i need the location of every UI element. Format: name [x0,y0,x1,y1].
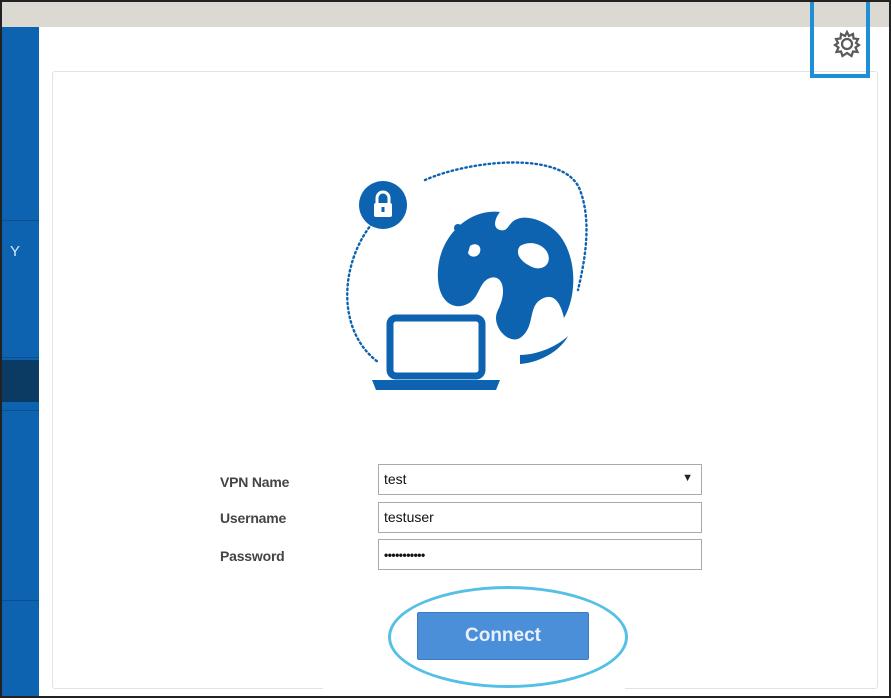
username-field[interactable]: testuser [378,502,702,533]
lock-icon [359,181,407,229]
orbit-dotted-path [346,218,380,364]
username-label: Username [220,510,287,526]
vpn-name-value: test [384,471,407,487]
sidebar-item-label[interactable]: Y [10,243,20,260]
vpn-illustration [346,161,588,390]
window-top-strip [0,0,891,27]
sidebar-divider [2,357,39,358]
password-label: Password [220,548,285,564]
sidebar: Y [2,27,39,696]
sidebar-item-active[interactable] [2,360,39,402]
dropdown-arrow-icon: ▼ [682,472,693,484]
sidebar-divider [2,600,39,601]
sidebar-divider [2,410,39,411]
sidebar-divider [2,220,39,221]
gear-icon[interactable] [833,30,861,58]
vpn-name-select[interactable]: test ▼ [378,464,702,495]
username-value: testuser [384,509,434,525]
vpn-name-label: VPN Name [220,474,290,490]
vpn-client-window: Y VPN Name test ▼ Username testuser Pass… [0,0,891,698]
connect-button[interactable]: Connect [417,612,589,660]
password-value: ••••••••••• [384,548,425,562]
laptop-icon [372,314,500,390]
password-field[interactable]: ••••••••••• [378,539,702,570]
